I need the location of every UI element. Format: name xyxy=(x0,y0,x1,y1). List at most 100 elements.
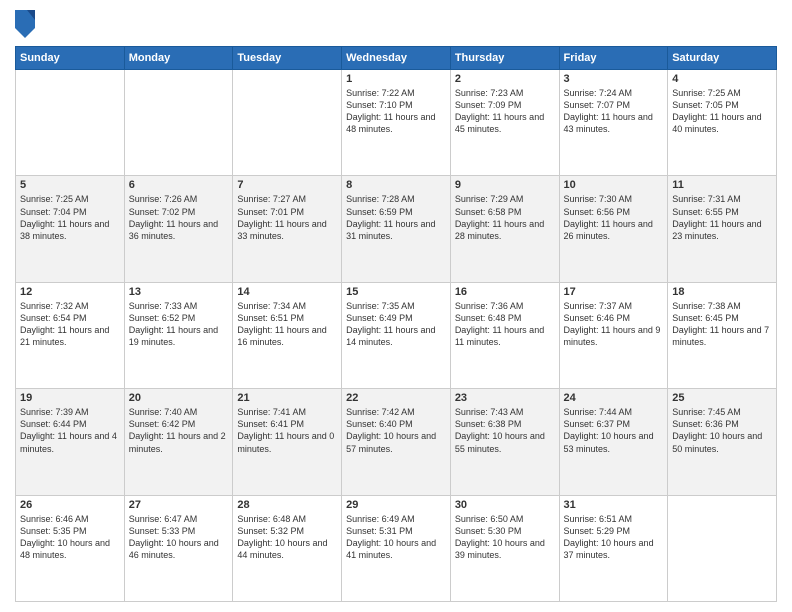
day-info: Sunrise: 7:27 AM Sunset: 7:01 PM Dayligh… xyxy=(237,193,337,242)
day-info: Sunrise: 7:44 AM Sunset: 6:37 PM Dayligh… xyxy=(564,406,664,455)
day-info: Sunrise: 7:45 AM Sunset: 6:36 PM Dayligh… xyxy=(672,406,772,455)
day-number: 22 xyxy=(346,392,446,404)
day-number: 18 xyxy=(672,286,772,298)
calendar-cell: 30 Sunrise: 6:50 AM Sunset: 5:30 PM Dayli… xyxy=(450,495,559,601)
calendar-cell: 21 Sunrise: 7:41 AM Sunset: 6:41 PM Dayli… xyxy=(233,389,342,495)
day-info: Sunrise: 7:28 AM Sunset: 6:59 PM Dayligh… xyxy=(346,193,446,242)
day-number: 3 xyxy=(564,73,664,85)
calendar-cell: 10 Sunrise: 7:30 AM Sunset: 6:56 PM Dayli… xyxy=(559,176,668,282)
day-info: Sunrise: 7:25 AM Sunset: 7:05 PM Dayligh… xyxy=(672,87,772,136)
header xyxy=(15,10,777,38)
day-info: Sunrise: 7:24 AM Sunset: 7:07 PM Dayligh… xyxy=(564,87,664,136)
calendar-cell: 14 Sunrise: 7:34 AM Sunset: 6:51 PM Dayli… xyxy=(233,282,342,388)
calendar-cell xyxy=(124,70,233,176)
day-of-week-header: Friday xyxy=(559,47,668,70)
day-number: 16 xyxy=(455,286,555,298)
day-number: 10 xyxy=(564,179,664,191)
calendar-cell: 17Sunrise: 7:37 AM Sunset: 6:46 PM Dayli… xyxy=(559,282,668,388)
calendar-week-row: 5 Sunrise: 7:25 AM Sunset: 7:04 PM Daylig… xyxy=(16,176,777,282)
day-number: 11 xyxy=(672,179,772,191)
day-of-week-header: Wednesday xyxy=(342,47,451,70)
day-info: Sunrise: 6:51 AM Sunset: 5:29 PM Dayligh… xyxy=(564,513,664,562)
day-of-week-header: Thursday xyxy=(450,47,559,70)
day-number: 4 xyxy=(672,73,772,85)
calendar-week-row: 19Sunrise: 7:39 AM Sunset: 6:44 PM Dayli… xyxy=(16,389,777,495)
page: SundayMondayTuesdayWednesdayThursdayFrid… xyxy=(0,0,792,612)
day-info: Sunrise: 7:22 AM Sunset: 7:10 PM Dayligh… xyxy=(346,87,446,136)
calendar-week-row: 1 Sunrise: 7:22 AM Sunset: 7:10 PM Daylig… xyxy=(16,70,777,176)
day-number: 7 xyxy=(237,179,337,191)
day-info: Sunrise: 7:23 AM Sunset: 7:09 PM Dayligh… xyxy=(455,87,555,136)
day-number: 1 xyxy=(346,73,446,85)
day-info: Sunrise: 7:35 AM Sunset: 6:49 PM Dayligh… xyxy=(346,300,446,349)
day-number: 30 xyxy=(455,499,555,511)
day-info: Sunrise: 7:29 AM Sunset: 6:58 PM Dayligh… xyxy=(455,193,555,242)
day-info: Sunrise: 7:26 AM Sunset: 7:02 PM Dayligh… xyxy=(129,193,229,242)
calendar-cell: 8 Sunrise: 7:28 AM Sunset: 6:59 PM Daylig… xyxy=(342,176,451,282)
day-info: Sunrise: 7:43 AM Sunset: 6:38 PM Dayligh… xyxy=(455,406,555,455)
day-number: 14 xyxy=(237,286,337,298)
calendar-cell: 24 Sunrise: 7:44 AM Sunset: 6:37 PM Dayli… xyxy=(559,389,668,495)
calendar-cell: 12 Sunrise: 7:32 AM Sunset: 6:54 PM Dayli… xyxy=(16,282,125,388)
day-info: Sunrise: 7:33 AM Sunset: 6:52 PM Dayligh… xyxy=(129,300,229,349)
calendar-cell xyxy=(668,495,777,601)
day-number: 19 xyxy=(20,392,120,404)
day-info: Sunrise: 7:38 AM Sunset: 6:45 PM Dayligh… xyxy=(672,300,772,349)
calendar-week-row: 12 Sunrise: 7:32 AM Sunset: 6:54 PM Dayli… xyxy=(16,282,777,388)
day-info: Sunrise: 6:50 AM Sunset: 5:30 PM Dayligh… xyxy=(455,513,555,562)
day-of-week-header: Monday xyxy=(124,47,233,70)
day-number: 8 xyxy=(346,179,446,191)
day-info: Sunrise: 7:30 AM Sunset: 6:56 PM Dayligh… xyxy=(564,193,664,242)
calendar-cell: 9 Sunrise: 7:29 AM Sunset: 6:58 PM Daylig… xyxy=(450,176,559,282)
calendar-cell: 1 Sunrise: 7:22 AM Sunset: 7:10 PM Daylig… xyxy=(342,70,451,176)
logo xyxy=(15,10,39,38)
day-info: Sunrise: 7:41 AM Sunset: 6:41 PM Dayligh… xyxy=(237,406,337,455)
day-number: 17 xyxy=(564,286,664,298)
day-number: 12 xyxy=(20,286,120,298)
calendar-cell: 25Sunrise: 7:45 AM Sunset: 6:36 PM Dayli… xyxy=(668,389,777,495)
day-info: Sunrise: 6:46 AM Sunset: 5:35 PM Dayligh… xyxy=(20,513,120,562)
day-number: 21 xyxy=(237,392,337,404)
day-number: 15 xyxy=(346,286,446,298)
day-info: Sunrise: 7:25 AM Sunset: 7:04 PM Dayligh… xyxy=(20,193,120,242)
day-info: Sunrise: 7:42 AM Sunset: 6:40 PM Dayligh… xyxy=(346,406,446,455)
calendar-cell: 26 Sunrise: 6:46 AM Sunset: 5:35 PM Dayli… xyxy=(16,495,125,601)
day-number: 28 xyxy=(237,499,337,511)
calendar-cell: 22 Sunrise: 7:42 AM Sunset: 6:40 PM Dayli… xyxy=(342,389,451,495)
calendar-cell: 2 Sunrise: 7:23 AM Sunset: 7:09 PM Daylig… xyxy=(450,70,559,176)
calendar-cell: 15 Sunrise: 7:35 AM Sunset: 6:49 PM Dayli… xyxy=(342,282,451,388)
calendar-cell: 20Sunrise: 7:40 AM Sunset: 6:42 PM Dayli… xyxy=(124,389,233,495)
calendar-header-row: SundayMondayTuesdayWednesdayThursdayFrid… xyxy=(16,47,777,70)
day-number: 9 xyxy=(455,179,555,191)
calendar-cell: 23 Sunrise: 7:43 AM Sunset: 6:38 PM Dayli… xyxy=(450,389,559,495)
day-number: 13 xyxy=(129,286,229,298)
day-info: Sunrise: 7:34 AM Sunset: 6:51 PM Dayligh… xyxy=(237,300,337,349)
day-info: Sunrise: 7:36 AM Sunset: 6:48 PM Dayligh… xyxy=(455,300,555,349)
day-of-week-header: Tuesday xyxy=(233,47,342,70)
calendar-cell: 29 Sunrise: 6:49 AM Sunset: 5:31 PM Dayli… xyxy=(342,495,451,601)
logo-icon xyxy=(15,10,35,38)
day-info: Sunrise: 6:49 AM Sunset: 5:31 PM Dayligh… xyxy=(346,513,446,562)
day-info: Sunrise: 7:32 AM Sunset: 6:54 PM Dayligh… xyxy=(20,300,120,349)
day-number: 23 xyxy=(455,392,555,404)
calendar-cell: 13 Sunrise: 7:33 AM Sunset: 6:52 PM Dayli… xyxy=(124,282,233,388)
calendar-cell: 7 Sunrise: 7:27 AM Sunset: 7:01 PM Daylig… xyxy=(233,176,342,282)
calendar-cell: 28 Sunrise: 6:48 AM Sunset: 5:32 PM Dayli… xyxy=(233,495,342,601)
day-info: Sunrise: 6:48 AM Sunset: 5:32 PM Dayligh… xyxy=(237,513,337,562)
calendar-cell: 19Sunrise: 7:39 AM Sunset: 6:44 PM Dayli… xyxy=(16,389,125,495)
day-number: 26 xyxy=(20,499,120,511)
day-number: 29 xyxy=(346,499,446,511)
calendar-week-row: 26 Sunrise: 6:46 AM Sunset: 5:35 PM Dayli… xyxy=(16,495,777,601)
day-number: 24 xyxy=(564,392,664,404)
day-number: 5 xyxy=(20,179,120,191)
calendar-cell: 3 Sunrise: 7:24 AM Sunset: 7:07 PM Daylig… xyxy=(559,70,668,176)
day-number: 2 xyxy=(455,73,555,85)
calendar-cell xyxy=(233,70,342,176)
day-of-week-header: Saturday xyxy=(668,47,777,70)
calendar-cell xyxy=(16,70,125,176)
day-info: Sunrise: 7:31 AM Sunset: 6:55 PM Dayligh… xyxy=(672,193,772,242)
calendar-cell: 11 Sunrise: 7:31 AM Sunset: 6:55 PM Dayli… xyxy=(668,176,777,282)
day-number: 6 xyxy=(129,179,229,191)
calendar-cell: 6 Sunrise: 7:26 AM Sunset: 7:02 PM Daylig… xyxy=(124,176,233,282)
calendar-cell: 4 Sunrise: 7:25 AM Sunset: 7:05 PM Daylig… xyxy=(668,70,777,176)
